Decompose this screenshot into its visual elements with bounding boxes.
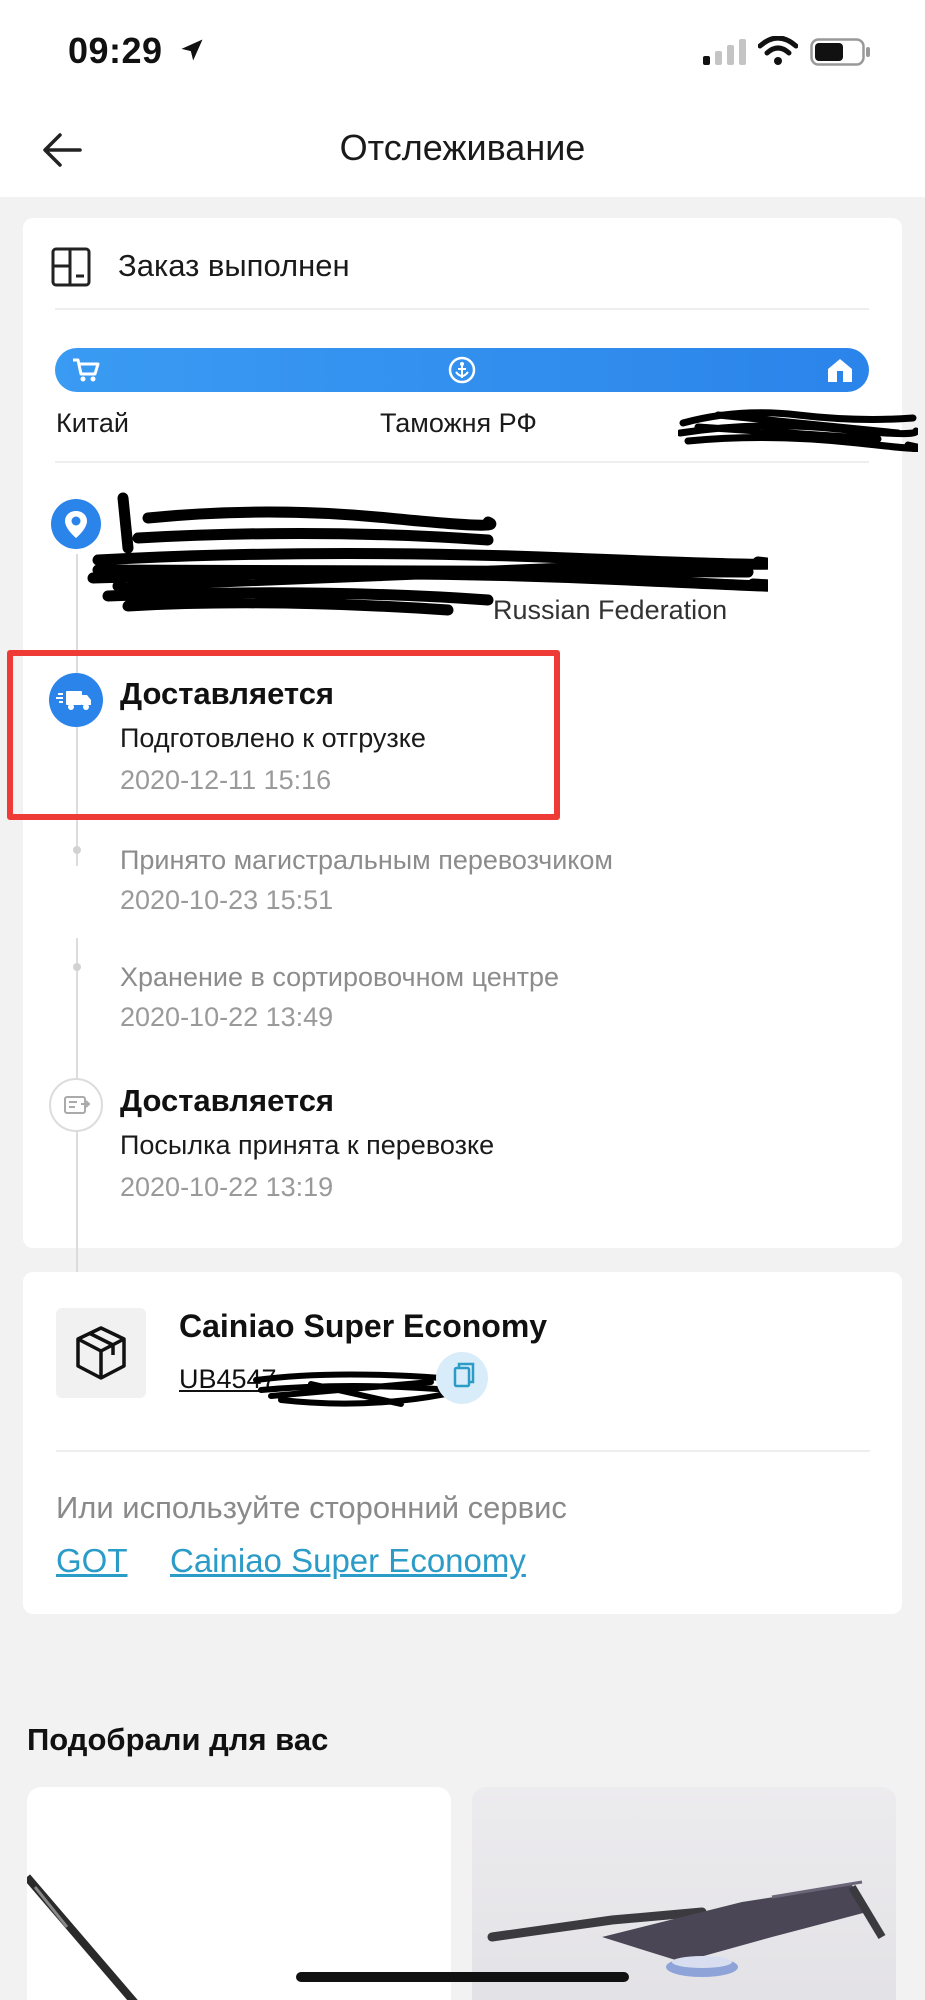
divider <box>56 1450 870 1452</box>
order-status: Заказ выполнен <box>118 248 350 283</box>
event-time: 2020-10-22 13:19 <box>120 1172 334 1202</box>
recommendation-card[interactable] <box>472 1787 896 2000</box>
event-description: Посылка принята к перевозке <box>120 1130 495 1160</box>
third-party-label: Или используйте сторонний сервис <box>56 1490 567 1525</box>
redacted-destination <box>678 409 918 453</box>
copy-button[interactable] <box>436 1352 488 1404</box>
timeline-dot <box>73 846 81 854</box>
nav-bar: Отслеживание <box>0 105 925 195</box>
event-description: Принято магистральным перевозчиком <box>120 845 613 875</box>
event-title: Доставляется <box>120 1083 335 1118</box>
bike-fork-image <box>487 1880 886 1977</box>
carrier-name: Cainiao Super Economy <box>179 1308 548 1344</box>
divider <box>55 461 869 463</box>
bike-frame-tube-image <box>27 1874 138 2000</box>
event-time: 2020-10-23 15:51 <box>120 885 334 915</box>
battery-icon <box>810 38 870 66</box>
route-customs-label: Таможня РФ <box>380 408 537 438</box>
cart-icon <box>73 358 100 382</box>
recommendation-card[interactable] <box>27 1787 451 2000</box>
home-icon <box>828 359 852 382</box>
parcel-icon <box>49 1078 103 1132</box>
shipment-card: Cainiao Super Economy UB4547 Или использ… <box>23 1272 902 1614</box>
status-time: 09:29 <box>68 30 163 71</box>
event-time: 2020-10-22 13:49 <box>120 1002 334 1032</box>
page-title: Отслеживание <box>339 127 586 168</box>
package-icon <box>56 1308 146 1398</box>
location-arrow-icon <box>181 39 203 61</box>
wifi-icon <box>758 36 798 65</box>
event-description: Хранение в сортировочном центре <box>120 962 560 992</box>
anchor-icon <box>448 356 476 384</box>
signal-icon <box>703 39 746 65</box>
divider <box>55 308 869 310</box>
status-bar: 09:29 <box>0 0 925 100</box>
home-indicator <box>296 1972 629 1982</box>
address-country: Russian Federation <box>493 595 728 625</box>
timeline-dot <box>73 963 81 971</box>
order-box-icon <box>51 247 91 287</box>
route-progress-bar <box>55 348 869 392</box>
recommendations-title: Подобрали для вас <box>27 1722 329 1757</box>
route-origin-label: Китай <box>56 408 129 438</box>
copy-icon <box>453 1362 475 1388</box>
highlight-frame <box>7 650 560 820</box>
link-got[interactable]: GOT <box>56 1542 128 1580</box>
link-cainiao[interactable]: Cainiao Super Economy <box>170 1542 526 1580</box>
